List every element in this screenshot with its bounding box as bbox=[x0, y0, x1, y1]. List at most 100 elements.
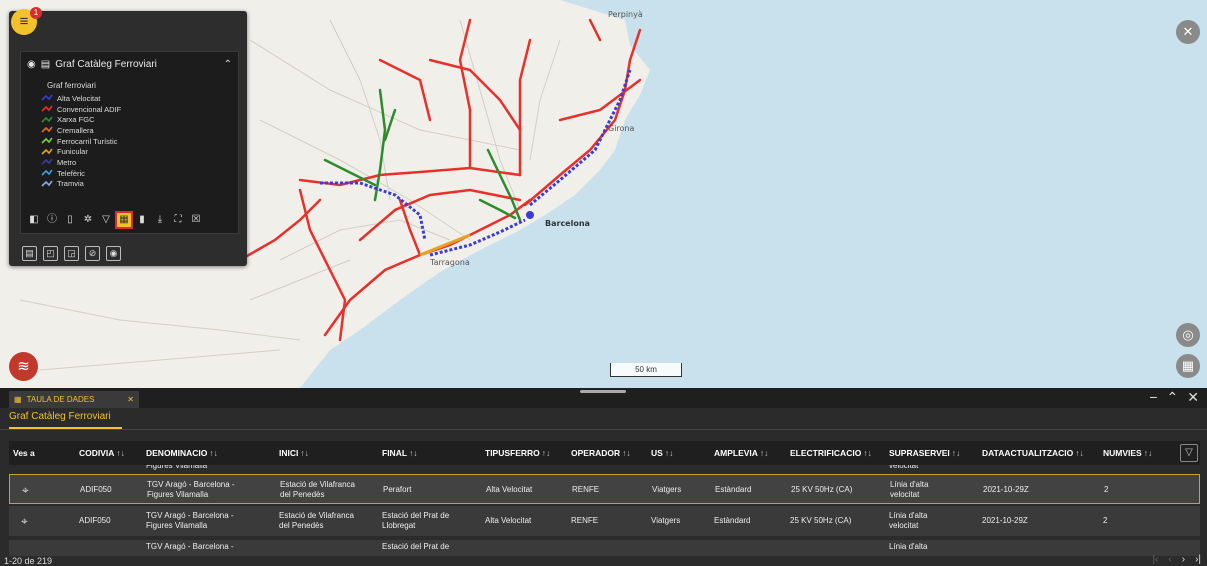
cell-denominacio: TGV Aragó - Barcelona - Figures Vilamalla bbox=[147, 475, 235, 505]
column-header-amplevia[interactable]: AMPLEVIA ↑↓ bbox=[714, 441, 768, 465]
cell-numvies: 2 bbox=[1104, 485, 1109, 494]
sort-icon[interactable]: ↑↓ bbox=[760, 448, 769, 458]
legend-label: Convencional ADIF bbox=[57, 104, 122, 114]
show-all-icon[interactable]: ◉ bbox=[106, 246, 121, 261]
column-header-codivia[interactable]: CODIVIA ↑↓ bbox=[79, 441, 125, 465]
legend-label: Xarxa FGC bbox=[57, 115, 95, 125]
table-row[interactable]: ⌖ ADIF050 TGV Aragó - Barcelona - Figures V… bbox=[9, 474, 1200, 504]
column-header-electrificacio[interactable]: ELECTRIFICACIO ↑↓ bbox=[790, 441, 872, 465]
layers-icon[interactable]: ≋ bbox=[9, 352, 38, 381]
cell-supraservei-line: Línia d'alta bbox=[889, 511, 928, 520]
sort-icon[interactable]: ↑↓ bbox=[863, 448, 872, 458]
next-page-icon[interactable]: › bbox=[1182, 554, 1185, 565]
panel-actions: ▤ ◰ ◲ ⊘ ◉ bbox=[22, 246, 121, 261]
tools-icon[interactable]: ✕ bbox=[1176, 20, 1200, 44]
cell-amplevia: Estàndard bbox=[714, 516, 751, 525]
metadata-icon[interactable]: ▯ bbox=[63, 213, 77, 227]
layer-header[interactable]: ◉ ▤ Graf Catàleg Ferroviari ⌃ bbox=[21, 52, 238, 76]
sort-icon[interactable]: ↑↓ bbox=[1075, 448, 1084, 458]
tab-label: TAULA DE DADES bbox=[26, 395, 95, 404]
sort-icon[interactable]: ↑↓ bbox=[952, 448, 961, 458]
eye-icon[interactable]: ◉ bbox=[27, 59, 36, 70]
basemap-icon[interactable]: ▦ bbox=[1176, 354, 1200, 378]
column-header-operador[interactable]: OPERADOR ↑↓ bbox=[571, 441, 631, 465]
sort-icon[interactable]: ↑↓ bbox=[622, 448, 631, 458]
zoom-to-map-icon[interactable]: ⌖ bbox=[22, 484, 29, 496]
column-label: CODIVIA bbox=[79, 448, 115, 458]
legend-title: Graf ferroviari bbox=[47, 81, 96, 90]
column-header-tipusferro[interactable]: TIPUSFERRO ↑↓ bbox=[485, 441, 550, 465]
resize-handle[interactable] bbox=[580, 390, 626, 393]
collapse-icon[interactable]: ◲ bbox=[64, 246, 79, 261]
column-header-data[interactable]: DATAACTUALITZACIO ↑↓ bbox=[982, 441, 1084, 465]
go-to-map-cell: ⌖ bbox=[21, 506, 28, 536]
map-label-barcelona: Barcelona bbox=[545, 219, 590, 228]
column-header-denominacio[interactable]: DENOMINACIO ↑↓ bbox=[146, 441, 218, 465]
zoom-to-map-icon[interactable]: ⌖ bbox=[21, 515, 28, 527]
column-header-inici[interactable]: INICI ↑↓ bbox=[279, 441, 309, 465]
style-icon[interactable]: ✲ bbox=[81, 213, 95, 227]
cell-supraservei: Línia d'alta velocitat bbox=[890, 475, 928, 505]
table-row[interactable]: ⌖ ADIF050 TGV Aragó - Barcelona - Figures V… bbox=[9, 506, 1200, 536]
map-label-girona: Girona bbox=[608, 124, 635, 133]
sort-icon[interactable]: ↑↓ bbox=[665, 448, 674, 458]
close-panel-icon[interactable]: ✕ bbox=[1187, 389, 1199, 406]
list-icon[interactable]: ▤ bbox=[22, 246, 37, 261]
statistics-icon[interactable]: ▮ bbox=[135, 213, 149, 227]
column-header-numvies[interactable]: NUMVIES ↑↓ bbox=[1103, 441, 1152, 465]
download-icon[interactable]: ⤓ bbox=[153, 213, 167, 227]
legend-item: Ferrocarril Turístic bbox=[21, 136, 238, 147]
last-page-icon[interactable]: ›| bbox=[1195, 554, 1201, 565]
sort-icon[interactable]: ↑↓ bbox=[300, 448, 309, 458]
prev-page-icon[interactable]: ‹ bbox=[1168, 554, 1171, 565]
column-header-final[interactable]: FINAL ↑↓ bbox=[382, 441, 418, 465]
legend-label: Tramvia bbox=[57, 179, 84, 189]
cell-us: Viatgers bbox=[651, 516, 681, 525]
sort-icon[interactable]: ↑↓ bbox=[1144, 448, 1153, 458]
info-icon[interactable]: ⓘ bbox=[45, 213, 59, 227]
opacity-icon[interactable]: ◧ bbox=[27, 213, 41, 227]
sort-icon[interactable]: ↑↓ bbox=[542, 448, 551, 458]
first-page-icon[interactable]: |‹ bbox=[1152, 554, 1158, 565]
filter-icon[interactable]: ▽ bbox=[99, 213, 113, 227]
zoom-extent-icon[interactable]: ⛶ bbox=[171, 213, 185, 227]
layer-panel: ◉ ▤ Graf Catàleg Ferroviari ⌃ Graf ferro… bbox=[9, 11, 247, 266]
tab-data-table[interactable]: ▦ TAULA DE DADES ✕ bbox=[9, 391, 139, 408]
column-header-ves[interactable]: Ves a bbox=[13, 441, 35, 465]
cell-inici-line: del Penedès bbox=[279, 521, 324, 530]
legend-item: Alta Velocitat bbox=[21, 93, 238, 104]
cell-denominacio-line: Figures Vilamalla bbox=[146, 521, 208, 530]
expand-icon[interactable]: ◰ bbox=[43, 246, 58, 261]
pager-info: 1-20 de 219 bbox=[4, 556, 53, 566]
column-label: FINAL bbox=[382, 448, 408, 458]
column-header-us[interactable]: US ↑↓ bbox=[651, 441, 673, 465]
cell-tipusferro: Alta Velocitat bbox=[486, 485, 533, 494]
sort-icon[interactable]: ↑↓ bbox=[116, 448, 125, 458]
legend-item: Xarxa FGC bbox=[21, 114, 238, 125]
hide-all-icon[interactable]: ⊘ bbox=[85, 246, 100, 261]
locate-icon[interactable]: ◎ bbox=[1176, 323, 1200, 347]
cell-denominacio-line: TGV Aragó - Barcelona - bbox=[147, 480, 235, 489]
column-label: SUPRASERVEI bbox=[889, 448, 950, 458]
cell-final: Perafort bbox=[383, 475, 411, 505]
column-header-supraservei[interactable]: SUPRASERVEI ↑↓ bbox=[889, 441, 960, 465]
filter-icon[interactable]: ▽ bbox=[1180, 444, 1198, 462]
remove-layer-icon[interactable]: ☒ bbox=[189, 213, 203, 227]
column-label: INICI bbox=[279, 448, 299, 458]
close-icon[interactable]: ✕ bbox=[127, 395, 134, 404]
chevron-up-icon[interactable]: ⌃ bbox=[224, 59, 232, 70]
window-controls: − ⌃ ✕ bbox=[1149, 389, 1199, 406]
sort-icon[interactable]: ↑↓ bbox=[409, 448, 418, 458]
table-icon: ▤ bbox=[40, 58, 51, 70]
sort-icon[interactable]: ↑↓ bbox=[209, 448, 218, 458]
data-table-icon[interactable]: ▦ bbox=[115, 211, 133, 229]
minimize-icon[interactable]: − bbox=[1149, 389, 1157, 406]
cell-supraservei-line: velocitat bbox=[890, 490, 920, 499]
maximize-icon[interactable]: ⌃ bbox=[1167, 389, 1179, 406]
legend-swatch bbox=[41, 180, 53, 187]
column-label: TIPUSFERRO bbox=[485, 448, 540, 458]
tab-graf-cataleg[interactable]: Graf Catàleg Ferroviari bbox=[9, 411, 111, 426]
cell-inici: Estació de Vilafranca del Penedès bbox=[279, 506, 354, 536]
layer-toolbar: ◧ ⓘ ▯ ✲ ▽ ▦ ▮ ⤓ ⛶ ☒ bbox=[27, 211, 203, 229]
cell-amplevia: Estàndard bbox=[715, 485, 752, 494]
